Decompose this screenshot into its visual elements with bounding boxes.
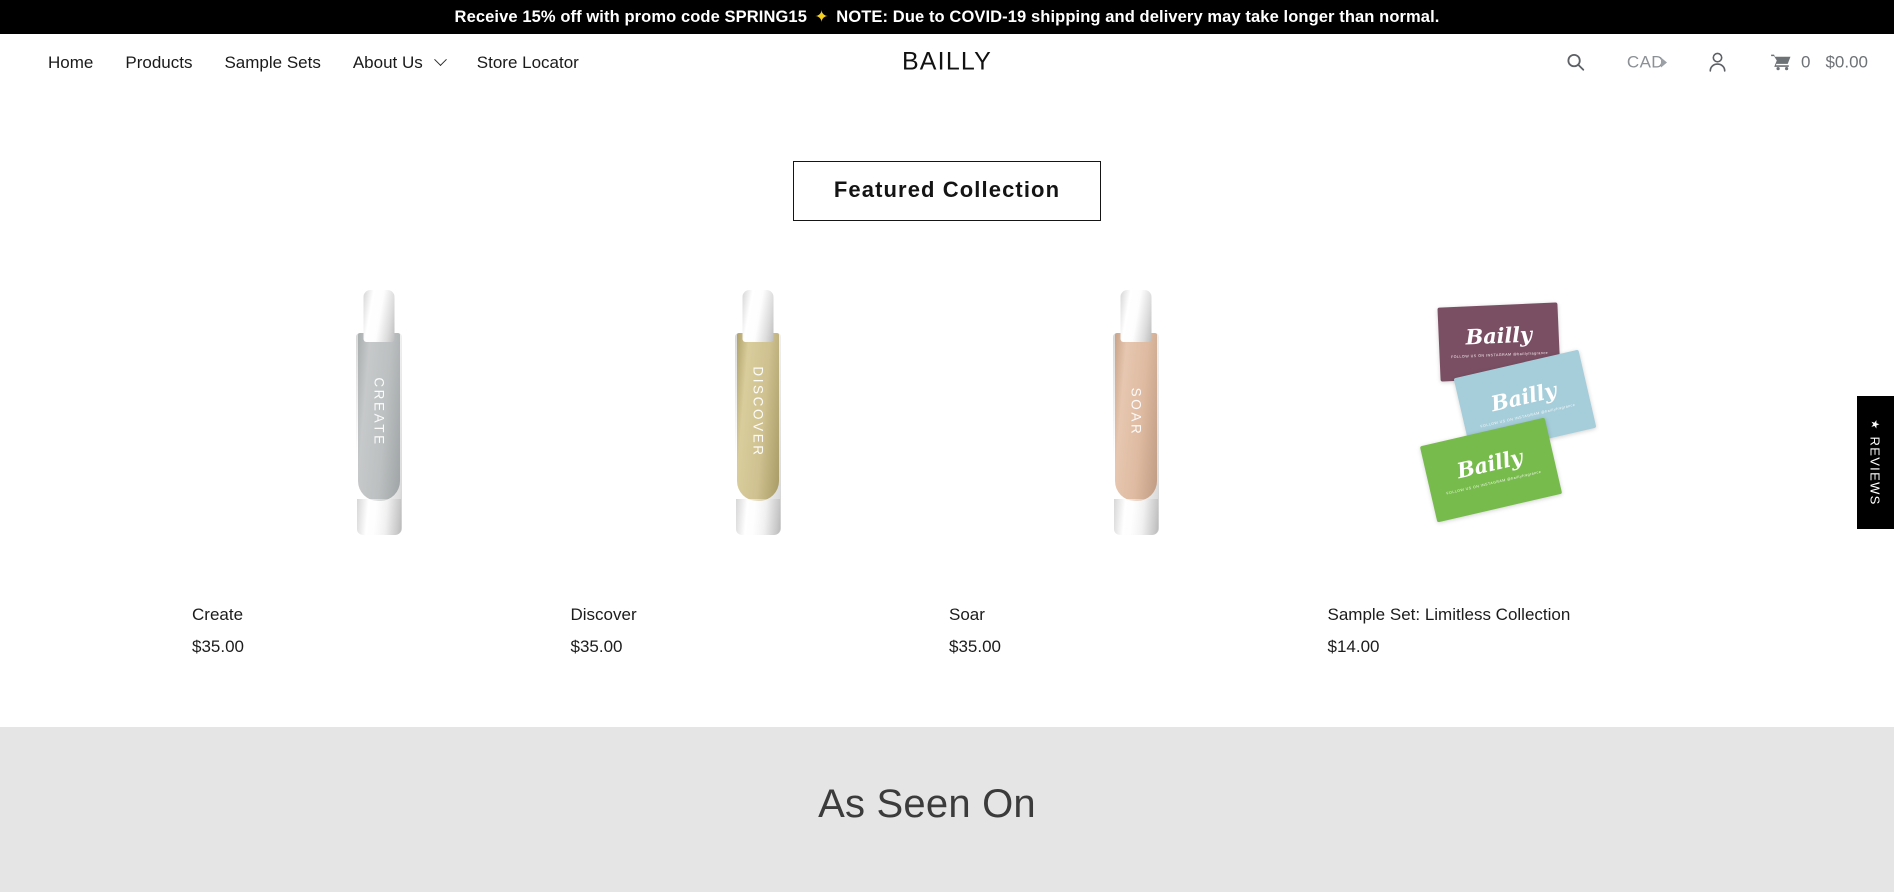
- nav-label-about-us: About Us: [352, 52, 423, 72]
- as-seen-on-section: As Seen On: [0, 727, 1894, 892]
- product-price-create: $35.00: [192, 637, 244, 657]
- as-seen-on-title: As Seen On: [818, 782, 1036, 826]
- product-image-discover[interactable]: DISCOVER: [569, 267, 948, 557]
- sample-card-green: Bailly FOLLOW US ON INSTAGRAM @baillyfra…: [1420, 417, 1563, 522]
- search-icon: [1567, 53, 1585, 71]
- product-card-create[interactable]: CREATE Create $35.00: [190, 267, 569, 658]
- product-price-soar: $35.00: [949, 637, 1001, 657]
- bottle-cap: [363, 289, 395, 342]
- product-card-soar[interactable]: SOAR Soar $35.00: [947, 267, 1326, 658]
- product-card-sample-set[interactable]: Bailly FOLLOW US ON INSTAGRAM @baillyfra…: [1326, 267, 1705, 658]
- star-icon: ★: [1869, 419, 1882, 431]
- reviews-tab-inner: ★ REVIEWS: [1868, 419, 1883, 505]
- collection-heading-wrapper: Featured Collection: [0, 90, 1894, 221]
- cart-icon: [1771, 54, 1791, 71]
- nav-item-home[interactable]: Home: [38, 54, 109, 71]
- main-navigation: Home Products Sample Sets About Us Store…: [0, 52, 595, 72]
- sample-cards-illustration: Bailly FOLLOW US ON INSTAGRAM @baillyfra…: [1420, 301, 1602, 522]
- reviews-tab-label: REVIEWS: [1868, 436, 1884, 506]
- product-grid: CREATE Create $35.00 DISCOVER Discover $…: [0, 267, 1894, 658]
- search-button[interactable]: [1544, 53, 1607, 72]
- bottle-base: [357, 498, 402, 535]
- bottle-base: [735, 498, 780, 535]
- nav-item-store-locator[interactable]: Store Locator: [461, 54, 595, 71]
- bottle-illustration-create: CREATE: [356, 289, 403, 535]
- account-button[interactable]: [1684, 52, 1751, 73]
- product-price-sample-set: $14.00: [1327, 637, 1380, 657]
- announcement-text-before: Receive 15% off with promo code SPRING15: [454, 7, 807, 26]
- nav-label-products: Products: [125, 52, 193, 72]
- product-title-discover: Discover: [570, 605, 637, 624]
- product-price-discover: $35.00: [570, 637, 623, 657]
- announcement-bar: Receive 15% off with promo code SPRING15…: [0, 0, 1894, 34]
- site-logo[interactable]: BAILLY: [902, 49, 992, 75]
- featured-collection-title: Featured Collection: [792, 161, 1102, 221]
- main-content: Featured Collection CREATE Create $35.00: [0, 90, 1894, 892]
- currency-caret-icon: [1660, 57, 1667, 67]
- bottle-illustration-soar: SOAR: [1113, 289, 1160, 535]
- product-image-create[interactable]: CREATE: [190, 267, 569, 557]
- chevron-down-icon: [433, 52, 447, 66]
- bottle-illustration-discover: DISCOVER: [734, 289, 781, 535]
- nav-item-sample-sets[interactable]: Sample Sets: [208, 54, 336, 71]
- bottle-label-discover: DISCOVER: [750, 366, 766, 458]
- sample-card-name: Bailly: [1465, 321, 1533, 350]
- sparkle-icon: ✦: [814, 7, 829, 26]
- product-title-soar: Soar: [949, 605, 985, 624]
- product-title-create: Create: [192, 605, 244, 624]
- announcement-text: Receive 15% off with promo code SPRING15…: [455, 9, 1440, 26]
- bottle-label-create: CREATE: [371, 377, 387, 447]
- currency-selector[interactable]: CAD: [1607, 52, 1684, 72]
- product-image-soar[interactable]: SOAR: [947, 267, 1326, 557]
- account-icon: [1709, 52, 1726, 72]
- bottle-base: [1114, 498, 1159, 535]
- nav-label-sample-sets: Sample Sets: [224, 52, 321, 72]
- nav-label-home: Home: [48, 52, 94, 72]
- cart-total: $0.00: [1825, 52, 1868, 71]
- currency-label: CAD: [1626, 52, 1664, 71]
- cart-count: 0: [1800, 52, 1811, 71]
- announcement-text-after: NOTE: Due to COVID-19 shipping and deliv…: [836, 7, 1440, 26]
- bottle-label-soar: SOAR: [1128, 387, 1144, 437]
- header-utility-bar: CAD 0 $0.00: [1544, 52, 1872, 73]
- nav-item-products[interactable]: Products: [109, 54, 208, 71]
- nav-label-store-locator: Store Locator: [476, 52, 579, 72]
- bottle-cap: [742, 289, 774, 342]
- bottle-cap: [1120, 289, 1152, 342]
- site-header: Home Products Sample Sets About Us Store…: [0, 34, 1894, 90]
- cart-button[interactable]: 0 $0.00: [1751, 52, 1872, 72]
- reviews-tab[interactable]: ★ REVIEWS: [1857, 396, 1894, 529]
- product-card-discover[interactable]: DISCOVER Discover $35.00: [569, 267, 948, 658]
- nav-item-about-us[interactable]: About Us: [337, 52, 461, 72]
- product-title-sample-set: Sample Set: Limitless Collection: [1327, 605, 1571, 624]
- product-image-sample-set[interactable]: Bailly FOLLOW US ON INSTAGRAM @baillyfra…: [1326, 267, 1705, 557]
